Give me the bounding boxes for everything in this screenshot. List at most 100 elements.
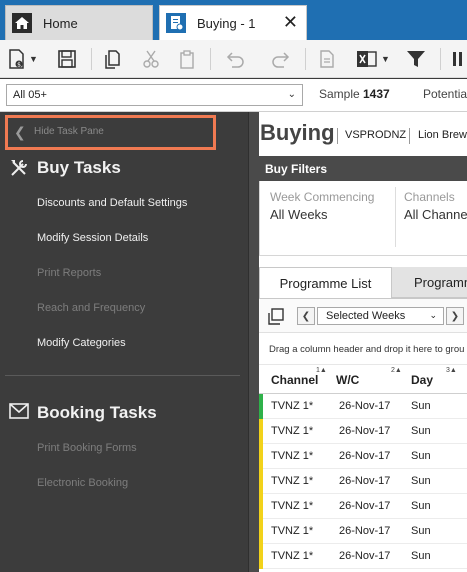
toolbar-separator [210,48,211,70]
filter-icon[interactable] [406,47,426,71]
cell-day: Sun [411,450,431,462]
home-icon [11,12,33,34]
cell-channel: TVNZ 1* [271,425,314,437]
column-header-wc[interactable]: W/C [336,373,359,387]
grid-column-headers: Channel 1▲ W/C 2▲ Day 3▲ [259,364,467,394]
column-header-day[interactable]: Day [411,373,433,387]
sort-indicator: 3▲ [446,367,457,374]
tab-programme-other[interactable]: Programm [392,267,467,298]
cell-wc: 26-Nov-17 [339,475,391,487]
task-electronic-booking: Electronic Booking [37,477,129,489]
cell-channel: TVNZ 1* [271,450,314,462]
chevron-down-icon: ⌄ [287,89,296,100]
sample-value: 1437 [363,87,390,101]
svg-text:$: $ [17,62,21,69]
potential-label: Potential [423,87,467,101]
more-icon[interactable] [452,47,464,71]
cell-wc: 26-Nov-17 [339,500,391,512]
week-selector-value: Selected Weeks [326,310,406,322]
chevron-left-icon: ❮ [14,124,26,140]
cell-wc: 26-Nov-17 [339,425,391,437]
tab-home[interactable]: Home [5,5,153,40]
cut-icon[interactable] [142,47,160,71]
week-commencing-value[interactable]: All Weeks [270,207,328,222]
demographic-select-value: All 05+ [13,89,47,101]
cell-channel: TVNZ 1* [271,525,314,537]
chevron-down-icon: ⌄ [429,310,437,320]
save-icon[interactable] [57,47,77,71]
row-status-marker [259,519,263,544]
tools-icon [8,157,30,179]
table-row[interactable]: TVNZ 1* 26-Nov-17 Sun [259,394,467,419]
task-modify-session-details[interactable]: Modify Session Details [37,232,148,244]
table-row[interactable]: TVNZ 1* 26-Nov-17 Sun [259,469,467,494]
excel-icon[interactable]: ▼ [356,47,390,71]
group-by-hint: Drag a column header and drop it here to… [269,344,465,355]
paste-icon[interactable] [178,47,196,71]
task-print-booking-forms: Print Booking Forms [37,442,137,454]
tab-strip: Home Buying - 1 ✕ [0,0,467,40]
demographic-select[interactable]: All 05+ ⌄ [6,84,303,106]
previous-week-button[interactable]: ❮ [297,307,315,325]
pane-divider [5,375,240,376]
next-week-button[interactable]: ❯ [446,307,464,325]
page-title: Buying [260,120,335,145]
task-discounts-default-settings[interactable]: Discounts and Default Settings [37,197,187,209]
toolbar-separator [440,48,441,70]
week-selector[interactable]: Selected Weeks ⌄ [317,307,444,325]
table-row[interactable]: TVNZ 1* 26-Nov-17 Sun [259,419,467,444]
pane-splitter[interactable] [248,112,259,572]
cell-wc: 26-Nov-17 [339,550,391,562]
cell-day: Sun [411,475,431,487]
hide-task-pane-button[interactable]: ❮ Hide Task Pane [5,115,216,150]
tab-programme-list[interactable]: Programme List [259,267,392,298]
cell-day: Sun [411,525,431,537]
cell-channel: TVNZ 1* [271,400,314,412]
close-icon[interactable]: ✕ [283,13,298,31]
cell-channel: TVNZ 1* [271,550,314,562]
buy-filters-panel: Week Commencing All Weeks Channels All C… [259,181,467,256]
toolbar: $ ▼ ▼ [0,40,467,78]
sort-indicator: 2▲ [391,367,402,374]
copy-icon[interactable] [104,47,122,71]
programme-grid-area: Programme List Programm ❮ Selected Weeks… [259,266,467,572]
row-status-marker [259,444,263,469]
task-modify-categories[interactable]: Modify Categories [37,337,126,349]
row-status-marker [259,494,263,519]
table-row[interactable]: TVNZ 1* 26-Nov-17 Sun [259,444,467,469]
header-separator [409,128,410,144]
filter-separator [395,187,396,247]
table-row[interactable]: TVNZ 1* 26-Nov-17 Sun [259,519,467,544]
sample-label: Sample [319,87,360,101]
new-document-icon[interactable]: $ ▼ [8,47,38,71]
row-status-marker [259,544,263,569]
table-row[interactable]: TVNZ 1* 26-Nov-17 Sun [259,544,467,569]
redo-icon[interactable] [270,47,292,71]
week-commencing-label: Week Commencing [270,190,375,204]
task-print-reports: Print Reports [37,267,102,279]
task-pane: ❮ Hide Task Pane Buy Tasks Discounts and… [0,112,248,572]
main-content: Buying VSPRODNZ Lion Brew Buy Filters We… [259,112,467,572]
copy-rows-icon[interactable] [267,308,285,326]
page-header: Buying VSPRODNZ Lion Brew [259,112,467,156]
document-icon[interactable] [318,47,336,71]
channels-value[interactable]: All Channel [404,207,467,222]
sort-indicator: 1▲ [316,367,327,374]
buying-document-icon [165,12,187,34]
toolbar-separator [305,48,306,70]
row-status-marker [259,394,263,419]
booking-tasks-title: Booking Tasks [37,403,157,422]
table-row[interactable]: TVNZ 1* 26-Nov-17 Sun [259,494,467,519]
grid-toolbar: ❮ Selected Weeks ⌄ ❯ [259,299,467,333]
cell-channel: TVNZ 1* [271,500,314,512]
header-separator [337,128,338,144]
column-header-channel[interactable]: Channel [271,373,318,387]
tab-buying[interactable]: Buying - 1 ✕ [159,5,307,40]
cell-day: Sun [411,425,431,437]
buy-filters-header: Buy Filters [259,156,467,181]
undo-icon[interactable] [224,47,246,71]
cell-wc: 26-Nov-17 [339,450,391,462]
row-status-marker [259,469,263,494]
task-reach-and-frequency: Reach and Frequency [37,302,146,314]
channels-label: Channels [404,190,455,204]
